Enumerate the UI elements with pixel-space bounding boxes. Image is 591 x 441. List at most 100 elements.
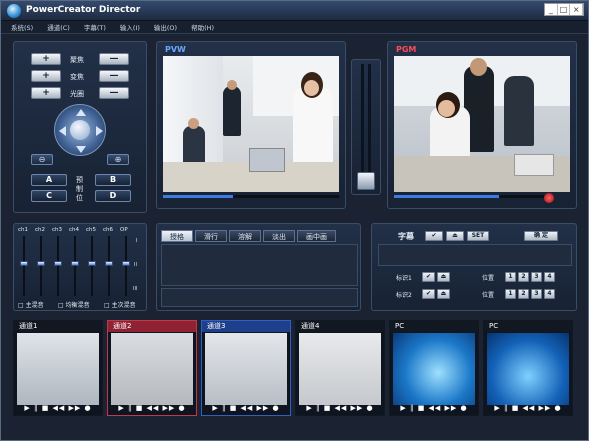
zoom-plus-button[interactable]: + <box>31 70 61 82</box>
menu-input[interactable]: 输入(I) <box>120 22 140 32</box>
channel-preview-image <box>299 333 381 405</box>
mark2-eject-button[interactable]: ⏏ <box>437 289 450 299</box>
tab-transition-slide[interactable]: 滑行 <box>195 230 227 242</box>
preset-a-button[interactable]: A <box>31 174 67 186</box>
record-indicator-icon[interactable] <box>544 193 554 203</box>
mark1-position-4[interactable]: 4 <box>544 272 555 282</box>
channel-playback-controls[interactable]: ▶ ∥ ■ ◀◀ ▶▶ ● <box>390 404 478 414</box>
pvw-video <box>163 56 339 192</box>
audio-scale-1: I <box>136 238 138 244</box>
subtitle-set-button[interactable]: SET <box>467 231 489 241</box>
mix-option-main[interactable]: □ 主混音 <box>18 300 44 309</box>
audio-fader-track <box>20 236 28 296</box>
iris-minus-button[interactable]: — <box>99 87 129 99</box>
mark2-position-2[interactable]: 2 <box>518 289 529 299</box>
subtitle-check-button[interactable]: ✔ <box>425 231 443 241</box>
channel-name: 通道4 <box>296 321 384 332</box>
menu-output[interactable]: 输出(O) <box>154 22 177 32</box>
subtitle-confirm-button[interactable]: 确 定 <box>524 231 558 241</box>
pgm-monitor-panel: PGM <box>387 41 577 209</box>
mark1-eject-button[interactable]: ⏏ <box>437 272 450 282</box>
audio-fader-knob[interactable] <box>71 261 79 266</box>
audio-fader-track <box>122 236 130 296</box>
audio-fader-track <box>54 236 62 296</box>
mark1-position-2[interactable]: 2 <box>518 272 529 282</box>
transition-panel: 授格 滑行 溶解 淡出 画中画 <box>156 223 361 311</box>
audio-fader-knob[interactable] <box>37 261 45 266</box>
mark1-position-1[interactable]: 1 <box>505 272 516 282</box>
menu-subtitle[interactable]: 字幕(T) <box>84 22 106 32</box>
mark1-position-label: 位置 <box>482 275 495 282</box>
mark2-position-3[interactable]: 3 <box>531 289 542 299</box>
focus-minus-button[interactable]: — <box>99 53 129 65</box>
zoom-in-icon[interactable]: ⊕ <box>107 154 129 165</box>
zoom-minus-button[interactable]: — <box>99 70 129 82</box>
mark1-check-button[interactable]: ✔ <box>422 272 435 282</box>
minimize-button[interactable]: _ <box>545 4 558 15</box>
channel-thumbnail[interactable]: 通道1 ▶ ∥ ■ ◀◀ ▶▶ ● <box>13 320 103 416</box>
audio-channel-label: ch6 <box>103 227 114 233</box>
channel-playback-controls[interactable]: ▶ ∥ ■ ◀◀ ▶▶ ● <box>108 404 196 414</box>
audio-fader-knob[interactable] <box>54 261 62 266</box>
channel-preview-image <box>17 333 99 405</box>
channel-thumbnail[interactable]: 通道3 ▶ ∥ ■ ◀◀ ▶▶ ● <box>201 320 291 416</box>
mix-option-main-secondary[interactable]: □ 主次混音 <box>104 300 136 309</box>
arrow-up-icon[interactable] <box>76 109 86 116</box>
channel-playback-controls[interactable]: ▶ ∥ ■ ◀◀ ▶▶ ● <box>484 404 572 414</box>
mix-option-balanced[interactable]: □ 均衡混音 <box>58 300 90 309</box>
audio-fader-knob[interactable] <box>122 261 130 266</box>
audio-fader-track <box>37 236 45 296</box>
maximize-button[interactable]: □ <box>558 4 571 15</box>
audio-fader-knob[interactable] <box>105 261 113 266</box>
audio-channel-label: ch2 <box>35 227 46 233</box>
ptz-direction-pad[interactable] <box>54 104 106 156</box>
subtitle-text-area[interactable] <box>378 244 572 266</box>
tab-transition-cut[interactable]: 授格 <box>161 230 193 242</box>
arrow-left-icon[interactable] <box>59 126 66 136</box>
menu-system[interactable]: 系统(S) <box>11 22 33 32</box>
arrow-right-icon[interactable] <box>96 126 103 136</box>
audio-channel-label: ch1 <box>18 227 29 233</box>
subtitle-title: 字幕 <box>398 232 414 241</box>
mark1-position-3[interactable]: 3 <box>531 272 542 282</box>
preset-b-button[interactable]: B <box>95 174 131 186</box>
channel-thumbnail[interactable]: PC ▶ ∥ ■ ◀◀ ▶▶ ● <box>483 320 573 416</box>
channel-playback-controls[interactable]: ▶ ∥ ■ ◀◀ ▶▶ ● <box>296 404 384 414</box>
zoom-out-icon[interactable]: ⊖ <box>31 154 53 165</box>
tab-transition-fade[interactable]: 淡出 <box>263 230 295 242</box>
ptz-center-button[interactable] <box>70 120 90 140</box>
channel-thumbnail[interactable]: PC ▶ ∥ ■ ◀◀ ▶▶ ● <box>389 320 479 416</box>
audio-fader-knob[interactable] <box>20 261 28 266</box>
preset-d-button[interactable]: D <box>95 190 131 202</box>
subtitle-eject-button[interactable]: ⏏ <box>446 231 464 241</box>
tab-transition-pip[interactable]: 画中画 <box>297 230 336 242</box>
iris-label: 光圈 <box>70 90 84 98</box>
focus-plus-button[interactable]: + <box>31 53 61 65</box>
channel-playback-controls[interactable]: ▶ ∥ ■ ◀◀ ▶▶ ● <box>14 404 102 414</box>
audio-channel-label: ch3 <box>52 227 63 233</box>
menu-help[interactable]: 帮助(H) <box>191 22 214 32</box>
mark2-position-1[interactable]: 1 <box>505 289 516 299</box>
channel-thumbnail[interactable]: 通道2 ▶ ∥ ■ ◀◀ ▶▶ ● <box>107 320 197 416</box>
channel-name: 通道2 <box>108 321 196 332</box>
close-button[interactable]: × <box>570 4 584 15</box>
audio-mixer-panel: ch1 ch2 ch3 ch4 ch5 ch6 OP I II III □ 主混音 □ 均衡… <box>13 223 147 311</box>
window-title: PowerCreator Director <box>26 5 141 15</box>
channel-playback-controls[interactable]: ▶ ∥ ■ ◀◀ ▶▶ ● <box>202 404 290 414</box>
mark2-position-4[interactable]: 4 <box>544 289 555 299</box>
iris-plus-button[interactable]: + <box>31 87 61 99</box>
audio-fader-track <box>105 236 113 296</box>
app-window: PowerCreator Director _ □ × 系统(S) 通道(C) … <box>0 0 589 441</box>
arrow-down-icon[interactable] <box>76 146 86 153</box>
mark2-label: 标识2 <box>396 292 412 299</box>
channel-name: PC <box>484 321 572 332</box>
mark2-check-button[interactable]: ✔ <box>422 289 435 299</box>
channel-preview-image <box>487 333 569 405</box>
t-bar-handle[interactable] <box>357 172 375 190</box>
menu-channel[interactable]: 通道(C) <box>47 22 70 32</box>
focus-label: 聚焦 <box>70 56 84 64</box>
preset-c-button[interactable]: C <box>31 190 67 202</box>
audio-fader-knob[interactable] <box>88 261 96 266</box>
tab-transition-dissolve[interactable]: 溶解 <box>229 230 261 242</box>
channel-thumbnail[interactable]: 通道4 ▶ ∥ ■ ◀◀ ▶▶ ● <box>295 320 385 416</box>
